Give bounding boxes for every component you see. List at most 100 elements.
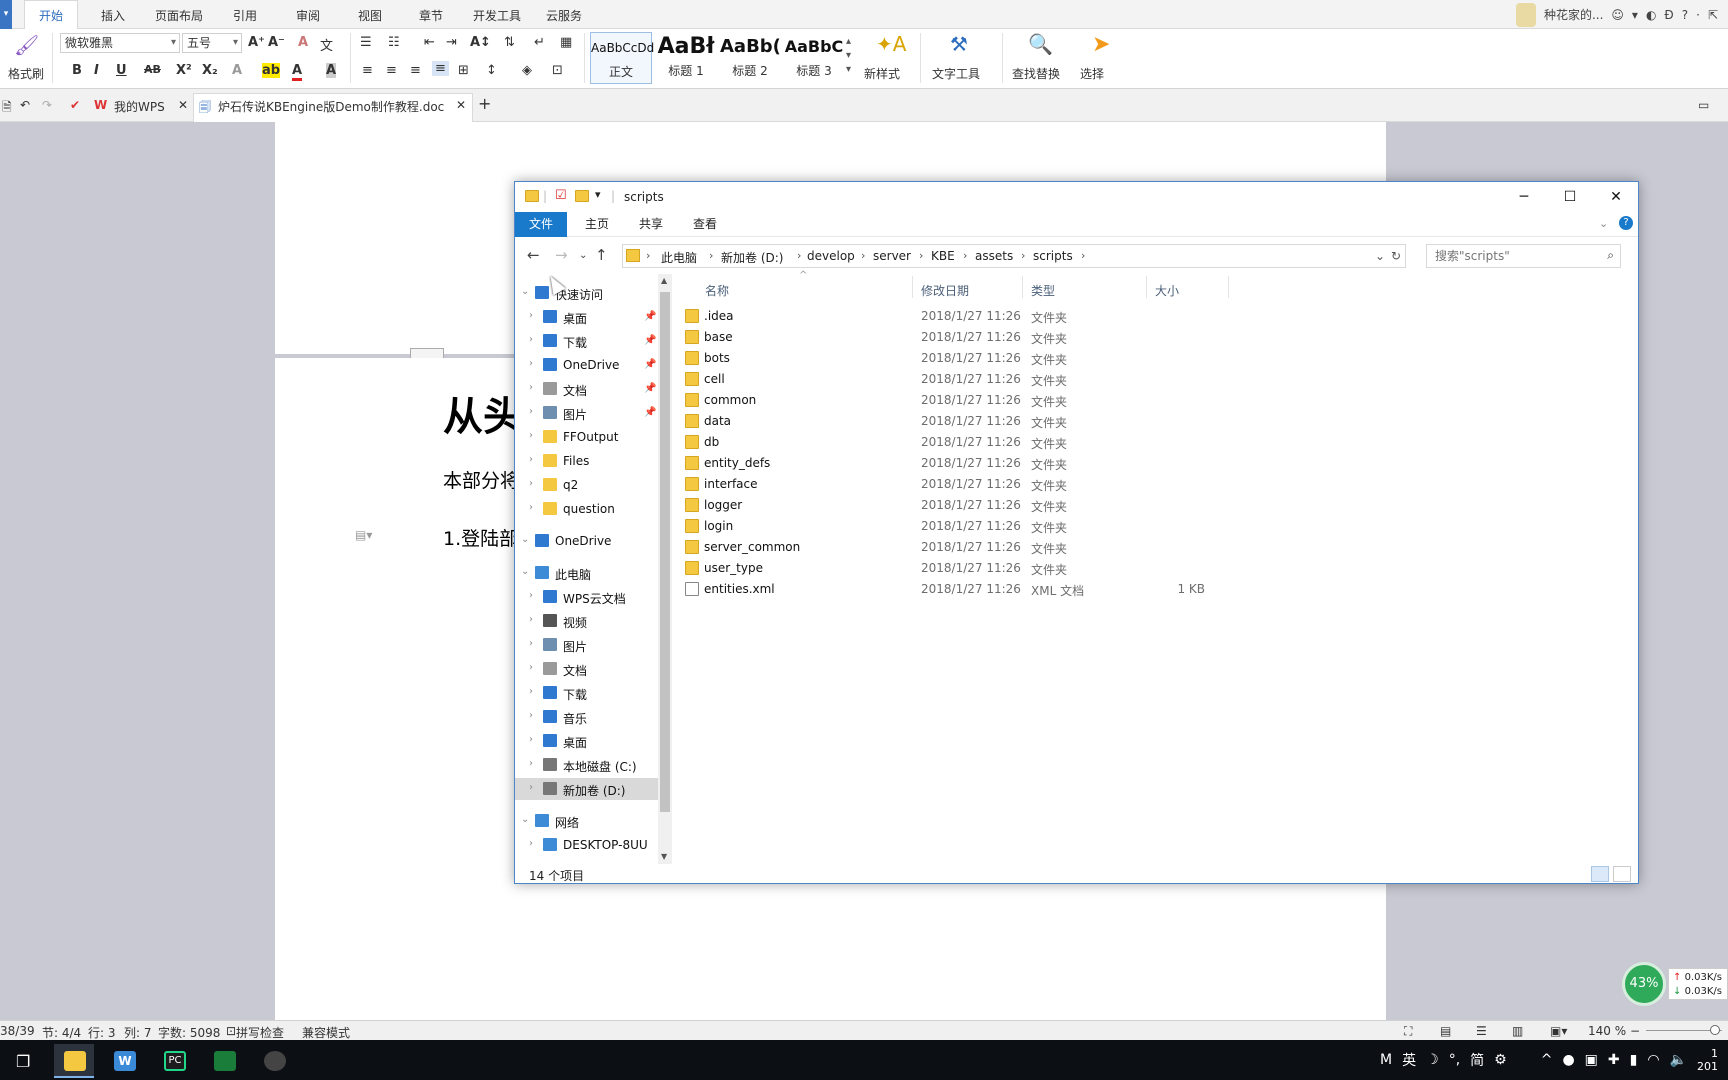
expand-chevron-icon[interactable]: ⌄ xyxy=(521,566,529,577)
expand-chevron-icon[interactable]: › xyxy=(529,382,533,393)
file-row[interactable]: cell 2018/1/27 11:26 文件夹 xyxy=(675,369,1635,390)
new-tab-button[interactable]: + xyxy=(478,94,491,113)
chevron-down-icon[interactable]: ▾ xyxy=(1632,8,1638,22)
zoom-slider-handle[interactable] xyxy=(1710,1025,1720,1035)
mark-icon[interactable]: ✔ xyxy=(70,98,80,112)
file-row[interactable]: user_type 2018/1/27 11:26 文件夹 xyxy=(675,558,1635,579)
column-separator[interactable] xyxy=(1146,276,1147,298)
shading-icon[interactable]: ◈ xyxy=(522,63,532,78)
italic-icon[interactable]: I xyxy=(94,63,99,78)
my-wps-tab[interactable]: 我的WPS xyxy=(114,98,165,115)
expand-chevron-icon[interactable]: ⌄ xyxy=(521,814,529,825)
document-heading[interactable]: 从头 xyxy=(443,384,523,442)
maximize-button[interactable]: ☐ xyxy=(1547,182,1593,212)
expand-chevron-icon[interactable]: ⌄ xyxy=(521,286,529,297)
breadcrumb-server[interactable]: server xyxy=(873,249,911,263)
nav-item[interactable]: › 图片 📌 xyxy=(515,402,660,424)
select-button[interactable]: 选择 xyxy=(1080,65,1104,82)
redo-icon[interactable]: ↷ xyxy=(42,98,52,112)
style-normal[interactable]: AaBbCcDd 正文 xyxy=(590,32,654,84)
address-history-icon[interactable]: ⌄ xyxy=(1375,249,1385,263)
nav-item[interactable]: › question xyxy=(515,498,660,520)
expand-chevron-icon[interactable]: › xyxy=(529,454,533,465)
user-name[interactable]: 种花家的... xyxy=(1544,6,1603,23)
tab-developer[interactable]: 开发工具 xyxy=(473,7,521,24)
task-view-button[interactable]: ❐ xyxy=(4,1044,44,1078)
underline-icon[interactable]: U xyxy=(116,63,127,78)
page-view-icon[interactable]: ▤ xyxy=(1440,1024,1451,1038)
taskbar-obs[interactable] xyxy=(254,1044,294,1078)
moon-icon[interactable]: ☽ xyxy=(1426,1052,1439,1068)
align-left-icon[interactable]: ≡ xyxy=(362,63,373,78)
clear-format-icon[interactable]: A xyxy=(298,35,308,50)
numbered-list-icon[interactable]: ☷ xyxy=(388,35,400,50)
format-painter-icon[interactable]: 🖌 xyxy=(14,33,39,57)
details-view-icon[interactable] xyxy=(1591,866,1609,882)
file-row[interactable]: entities.xml 2018/1/27 11:26 XML 文档 1 KB xyxy=(675,579,1635,600)
help-icon[interactable]: ? xyxy=(1682,8,1688,22)
section-indicator[interactable]: 节: 4/4 xyxy=(42,1024,81,1041)
sort-icon[interactable]: ⇅ xyxy=(504,35,515,50)
taskbar-app[interactable] xyxy=(204,1044,244,1078)
nav-item[interactable]: ⌄ 网络 xyxy=(515,810,660,832)
protect-icon[interactable]: ▣▾ xyxy=(1550,1024,1567,1038)
expand-chevron-icon[interactable]: › xyxy=(529,590,533,601)
breadcrumb-drive-d[interactable]: 新加卷 (D:) xyxy=(721,249,783,266)
column-header-name[interactable]: 名称 xyxy=(705,282,729,299)
show-hidden-icons-icon[interactable]: ^ xyxy=(1541,1052,1553,1068)
spellcheck-toggle[interactable]: 拼写检查 xyxy=(236,1024,284,1041)
minimize-button[interactable]: ─ xyxy=(1501,182,1547,212)
outline-view-icon[interactable]: ☰ xyxy=(1476,1024,1487,1038)
file-row[interactable]: server_common 2018/1/27 11:26 文件夹 xyxy=(675,537,1635,558)
search-input[interactable] xyxy=(1435,248,1595,264)
nav-item[interactable]: ⌄ OneDrive xyxy=(515,530,660,552)
tab-insert[interactable]: 插入 xyxy=(101,7,125,24)
close-button[interactable]: ✕ xyxy=(1593,182,1639,212)
strikethrough-icon[interactable]: AB xyxy=(144,63,161,76)
nav-item[interactable]: › 图片 xyxy=(515,634,660,656)
text-direction-icon[interactable]: A↕ xyxy=(470,35,491,50)
tab-view[interactable]: 视图 xyxy=(358,7,382,24)
superscript-icon[interactable]: X² xyxy=(176,63,192,78)
highlight-icon[interactable]: ab xyxy=(262,63,281,78)
select-cursor-icon[interactable]: ➤ xyxy=(1092,32,1110,57)
char-shading-icon[interactable]: A xyxy=(326,63,337,78)
nav-item[interactable]: › q2 xyxy=(515,474,660,496)
breadcrumb-scripts[interactable]: scripts xyxy=(1033,249,1073,263)
expand-chevron-icon[interactable]: › xyxy=(529,758,533,769)
expand-chevron-icon[interactable]: › xyxy=(529,334,533,345)
tray-app-icon[interactable]: ▮ xyxy=(1630,1052,1638,1068)
file-row[interactable]: bots 2018/1/27 11:26 文件夹 xyxy=(675,348,1635,369)
tab-review[interactable]: 审阅 xyxy=(296,7,320,24)
breadcrumb-develop[interactable]: develop xyxy=(807,249,855,263)
nav-item[interactable]: › WPS云文档 xyxy=(515,586,660,608)
align-right-icon[interactable]: ≡ xyxy=(410,63,421,78)
tab-file[interactable]: 文件 xyxy=(515,212,568,237)
zoom-out-icon[interactable]: − xyxy=(1630,1024,1640,1038)
address-bar[interactable]: › 此电脑 › 新加卷 (D:) › develop › server › KB… xyxy=(622,244,1406,268)
breadcrumb-separator[interactable]: › xyxy=(1081,249,1085,262)
tray-app-icon[interactable]: ▣ xyxy=(1585,1052,1598,1068)
nav-item[interactable]: › OneDrive 📌 xyxy=(515,354,660,376)
navigation-scrollbar[interactable]: ▲ ▼ xyxy=(658,274,672,864)
style-heading-3[interactable]: AaBbC 标题 3 xyxy=(784,32,844,84)
file-row[interactable]: base 2018/1/27 11:26 文件夹 xyxy=(675,327,1635,348)
nav-item[interactable]: › 文档 📌 xyxy=(515,378,660,400)
back-arrow-icon[interactable]: ← xyxy=(527,246,540,264)
smiley-icon[interactable]: ☺ xyxy=(1611,8,1624,22)
settings-gear-icon[interactable]: ⚙ xyxy=(1494,1052,1507,1068)
nav-item[interactable]: › 新加卷 (D:) xyxy=(515,778,660,800)
breadcrumb-separator[interactable]: › xyxy=(1021,249,1025,262)
distributed-icon[interactable]: ⊞ xyxy=(458,63,469,78)
nav-item[interactable]: › 本地磁盘 (C:) xyxy=(515,754,660,776)
explorer-title-bar[interactable]: | ☑ ▾ | scripts ─ ☐ ✕ xyxy=(515,182,1638,212)
nav-item[interactable]: › 桌面 xyxy=(515,730,660,752)
punctuation-icon[interactable]: °, xyxy=(1449,1052,1460,1068)
file-row[interactable]: data 2018/1/27 11:26 文件夹 xyxy=(675,411,1635,432)
new-style-icon[interactable]: ✦A xyxy=(876,32,906,56)
style-heading-2[interactable]: AaBb( 标题 2 xyxy=(720,32,780,84)
tab-home[interactable]: 主页 xyxy=(571,212,623,237)
avatar[interactable] xyxy=(1515,2,1536,27)
expand-chevron-icon[interactable]: › xyxy=(529,686,533,697)
subscript-icon[interactable]: X₂ xyxy=(202,63,218,78)
